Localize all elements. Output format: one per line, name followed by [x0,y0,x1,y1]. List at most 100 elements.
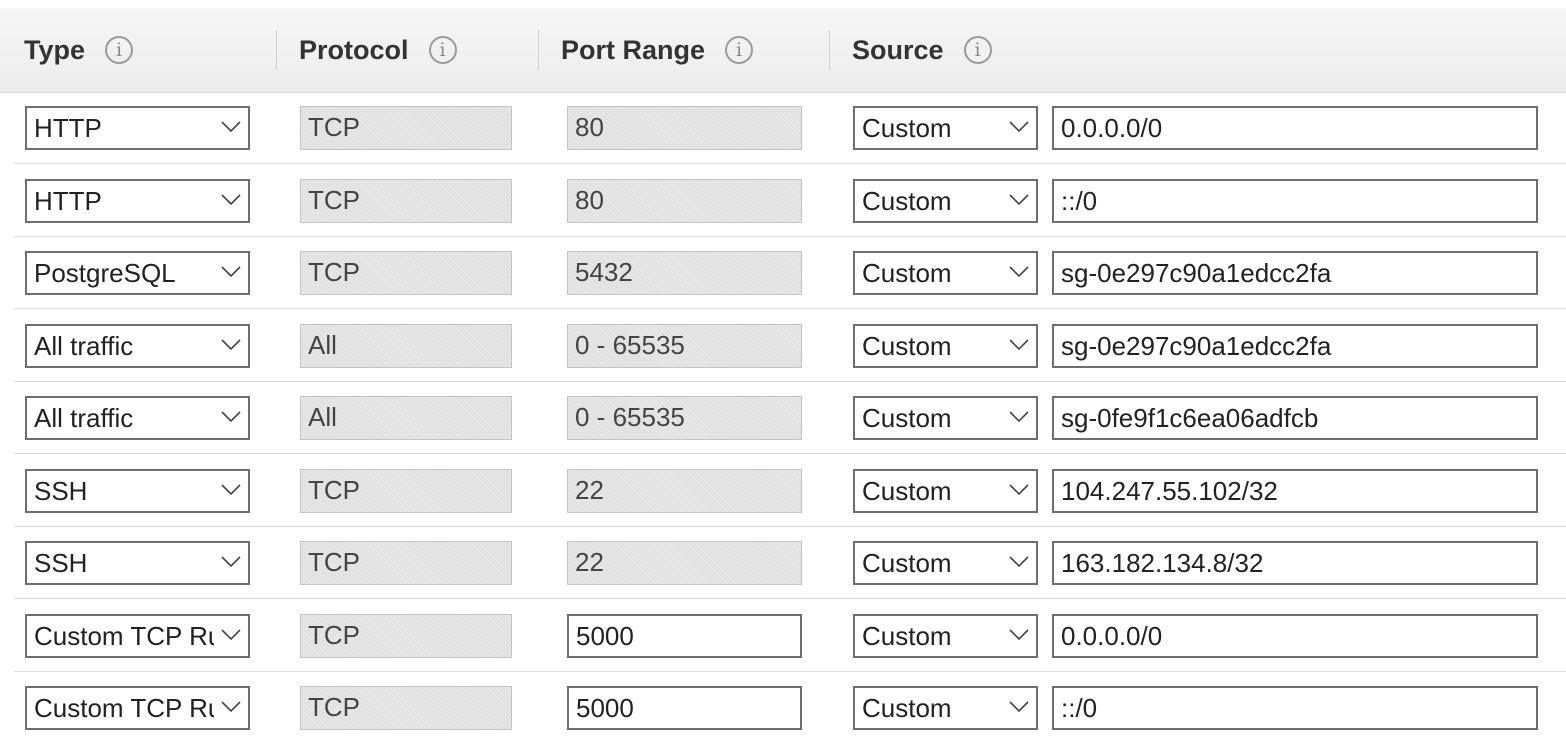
rule-source-value: ::/0 [1061,186,1098,216]
chevron-down-icon [220,337,242,353]
rule-source-value: 163.182.134.8/32 [1061,548,1264,578]
table-row: PostgreSQL TCP 5432 Custom sg-0e297c90a1edcc… [0,237,1566,309]
rule-source-mode-select[interactable]: Custom [853,251,1038,295]
rule-source-input[interactable]: sg-0e297c90a1edcc2fa [1052,251,1538,295]
rule-type-select[interactable]: SSH [25,469,250,513]
chevron-down-icon [220,482,242,498]
row-divider [14,453,1566,454]
rule-protocol-value: TCP [308,185,360,215]
rule-type-select[interactable]: PostgreSQL [25,251,250,295]
rule-port-range-input[interactable]: 5000 [567,614,802,658]
rule-port-range-value: 5000 [576,693,634,723]
rule-type-select[interactable]: All traffic [25,396,250,440]
rule-protocol-field: TCP [300,106,512,150]
chevron-down-icon [1008,627,1030,643]
protocol-info-icon[interactable]: i [428,36,457,64]
rule-source-input[interactable]: sg-0e297c90a1edcc2fa [1052,324,1538,368]
chevron-down-icon [1008,482,1030,498]
rule-protocol-field: TCP [300,251,512,295]
rule-source-input[interactable]: sg-0fe9f1c6ea06adfcb [1052,396,1538,440]
rule-protocol-value: TCP [308,257,360,287]
rule-type-value: SSH [34,476,88,506]
rule-type-select[interactable]: HTTP [25,179,250,223]
source-column-header: Source i [852,8,992,92]
rule-port-range-input: 80 [567,106,802,150]
rule-protocol-value: TCP [308,475,360,505]
rule-source-mode-value: Custom [862,548,952,578]
rule-source-mode-select[interactable]: Custom [853,396,1038,440]
column-divider [276,30,277,70]
rule-type-value: SSH [34,548,88,578]
rule-type-value: All traffic [34,331,134,361]
row-divider [14,308,1566,309]
row-divider [14,598,1566,599]
table-row: Custom TCP Rule TCP 5000 Custom::/0 [0,672,1566,744]
rule-source-value: 0.0.0.0/0 [1061,113,1163,143]
rule-type-select[interactable]: SSH [25,541,250,585]
rule-type-value: HTTP [34,186,102,216]
table-row: All traffic All 0 - 65535 Custom sg-0e297c90… [0,310,1566,382]
rule-source-value: 0.0.0.0/0 [1061,621,1163,651]
rule-port-range-value: 5000 [576,621,634,651]
rule-source-value: sg-0e297c90a1edcc2fa [1061,258,1332,288]
rule-protocol-value: TCP [308,692,360,722]
rule-protocol-field: TCP [300,686,512,730]
rule-port-range-input[interactable]: 5000 [567,686,802,730]
rule-source-mode-select[interactable]: Custom [853,324,1038,368]
chevron-down-icon [1008,337,1030,353]
rule-source-mode-value: Custom [862,476,952,506]
chevron-down-icon [220,627,242,643]
rule-source-input[interactable]: 0.0.0.0/0 [1052,614,1538,658]
rule-port-range-input: 80 [567,179,802,223]
rule-source-mode-select[interactable]: Custom [853,106,1038,150]
rule-source-mode-select[interactable]: Custom [853,179,1038,223]
source-header-label: Source [852,34,944,65]
rule-protocol-field: TCP [300,541,512,585]
row-divider [14,163,1566,164]
rule-source-mode-select[interactable]: Custom [853,686,1038,730]
protocol-column-header: Protocol i [299,8,457,92]
rule-source-mode-select[interactable]: Custom [853,541,1038,585]
rule-protocol-field: TCP [300,614,512,658]
rule-source-value: 104.247.55.102/32 [1061,476,1278,506]
rule-source-input[interactable]: 163.182.134.8/32 [1052,541,1538,585]
rule-protocol-field: All [300,396,512,440]
source-info-icon[interactable]: i [963,36,992,64]
rule-port-range-value: 80 [575,112,604,142]
rule-port-range-input: 22 [567,541,802,585]
rule-source-input[interactable]: 104.247.55.102/32 [1052,469,1538,513]
rule-source-mode-value: Custom [862,113,952,143]
rule-source-value: sg-0fe9f1c6ea06adfcb [1061,403,1319,433]
table-row: All traffic All 0 - 65535 Custom sg-0fe9f1c6… [0,382,1566,454]
table-header: Type i Protocol i Port Range i Source i [0,8,1566,93]
column-divider [538,30,539,70]
rule-type-value: Custom TCP Rule [34,621,214,651]
rule-source-value: sg-0e297c90a1edcc2fa [1061,331,1332,361]
rule-type-select[interactable]: All traffic [25,324,250,368]
table-row: HTTP TCP 80 Custom 0.0.0.0/0 [0,92,1566,164]
chevron-down-icon [1008,409,1030,425]
rule-type-select[interactable]: Custom TCP Rule [25,614,250,658]
table-row: Custom TCP Rule TCP 5000 Custom 0.0.0.0/0 [0,600,1566,672]
rule-port-range-input: 5432 [567,251,802,295]
rule-source-input[interactable]: ::/0 [1052,686,1538,730]
chevron-down-icon [220,192,242,208]
rule-source-input[interactable]: ::/0 [1052,179,1538,223]
port-range-info-icon[interactable]: i [725,36,754,64]
chevron-down-icon [1008,192,1030,208]
port-range-column-header: Port Range i [561,8,754,92]
chevron-down-icon [1008,699,1030,715]
rule-port-range-input: 0 - 65535 [567,324,802,368]
rule-source-mode-select[interactable]: Custom [853,614,1038,658]
rule-protocol-value: All [308,402,337,432]
rule-type-select[interactable]: Custom TCP Rule [25,686,250,730]
rule-source-mode-select[interactable]: Custom [853,469,1038,513]
rule-port-range-value: 0 - 65535 [575,402,685,432]
rule-port-range-value: 5432 [575,257,633,287]
type-info-icon[interactable]: i [105,36,134,64]
rule-source-mode-value: Custom [862,403,952,433]
protocol-header-label: Protocol [299,34,409,65]
rule-source-input[interactable]: 0.0.0.0/0 [1052,106,1538,150]
chevron-down-icon [1008,554,1030,570]
rule-type-select[interactable]: HTTP [25,106,250,150]
